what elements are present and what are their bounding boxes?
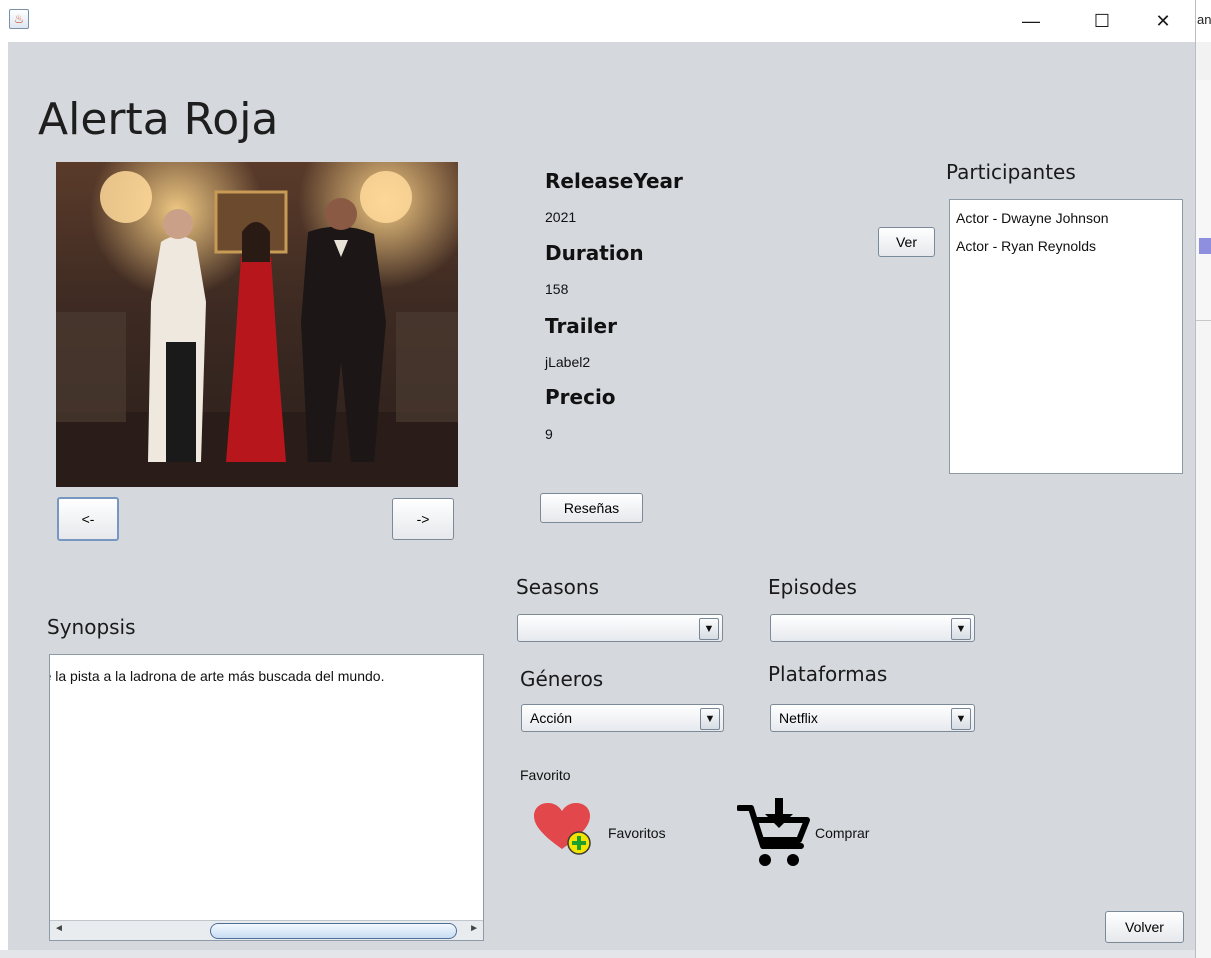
background-window: an [1195, 0, 1211, 958]
title-bar: ♨ — ☐ ✕ [0, 0, 1195, 42]
release-year-label: ReleaseYear [545, 169, 683, 193]
synopsis-textarea[interactable]: gue la pista a la ladrona de arte más bu… [49, 654, 484, 941]
list-item[interactable]: Actor - Ryan Reynolds [956, 232, 1176, 260]
java-app-icon: ♨ [9, 9, 29, 29]
favorito-label: Favorito [520, 767, 571, 783]
episodes-label: Episodes [768, 575, 857, 599]
favoritos-label[interactable]: Favoritos [608, 825, 666, 841]
movie-poster [56, 162, 458, 487]
synopsis-text: gue la pista a la ladrona de arte más bu… [49, 668, 385, 684]
generos-select[interactable]: Acción ▼ [521, 704, 724, 732]
volver-button[interactable]: Volver [1105, 911, 1184, 943]
ver-button[interactable]: Ver [878, 227, 935, 257]
seasons-select[interactable]: ▼ [517, 614, 723, 642]
resenas-button[interactable]: Reseñas [540, 493, 643, 523]
maximize-button[interactable]: ☐ [1079, 0, 1125, 42]
cart-download-icon[interactable] [736, 796, 813, 868]
minimize-button[interactable]: — [1008, 0, 1054, 42]
generos-label: Géneros [520, 667, 604, 691]
movie-title: Alerta Roja [38, 94, 279, 145]
episodes-select[interactable]: ▼ [770, 614, 975, 642]
duration-value: 158 [545, 281, 569, 297]
heart-plus-icon[interactable] [532, 803, 594, 855]
plataformas-label: Plataformas [768, 662, 888, 686]
release-year-value: 2021 [545, 209, 577, 225]
chevron-down-icon[interactable]: ▼ [699, 618, 719, 640]
chevron-down-icon[interactable]: ▼ [951, 618, 971, 640]
background-window-text: an [1197, 12, 1211, 27]
synopsis-label: Synopsis [47, 615, 136, 639]
plataformas-select[interactable]: Netflix ▼ [770, 704, 975, 732]
previous-button[interactable]: <- [57, 497, 119, 541]
trailer-value: jLabel2 [545, 354, 591, 370]
list-item[interactable]: Actor - Dwayne Johnson [956, 204, 1176, 232]
chevron-down-icon[interactable]: ▼ [700, 708, 720, 730]
price-label: Precio [545, 385, 616, 409]
seasons-label: Seasons [516, 575, 600, 599]
chevron-down-icon[interactable]: ▼ [951, 708, 971, 730]
duration-label: Duration [545, 241, 644, 265]
taskbar-edge [0, 950, 1195, 958]
trailer-label: Trailer [545, 314, 617, 338]
generos-selected-value: Acción [530, 710, 573, 726]
synopsis-horizontal-scrollbar[interactable]: ◄ ► [50, 920, 483, 940]
scrollbar-thumb[interactable] [210, 923, 457, 939]
participants-label: Participantes [946, 160, 1076, 184]
comprar-label[interactable]: Comprar [815, 825, 869, 841]
next-button[interactable]: -> [392, 498, 454, 540]
close-button[interactable]: ✕ [1140, 0, 1186, 42]
participants-list[interactable]: Actor - Dwayne Johnson Actor - Ryan Reyn… [949, 199, 1183, 474]
price-value: 9 [545, 426, 553, 442]
scroll-right-icon[interactable]: ► [469, 923, 479, 934]
plataformas-selected-value: Netflix [779, 710, 818, 726]
scroll-left-icon[interactable]: ◄ [54, 923, 64, 934]
